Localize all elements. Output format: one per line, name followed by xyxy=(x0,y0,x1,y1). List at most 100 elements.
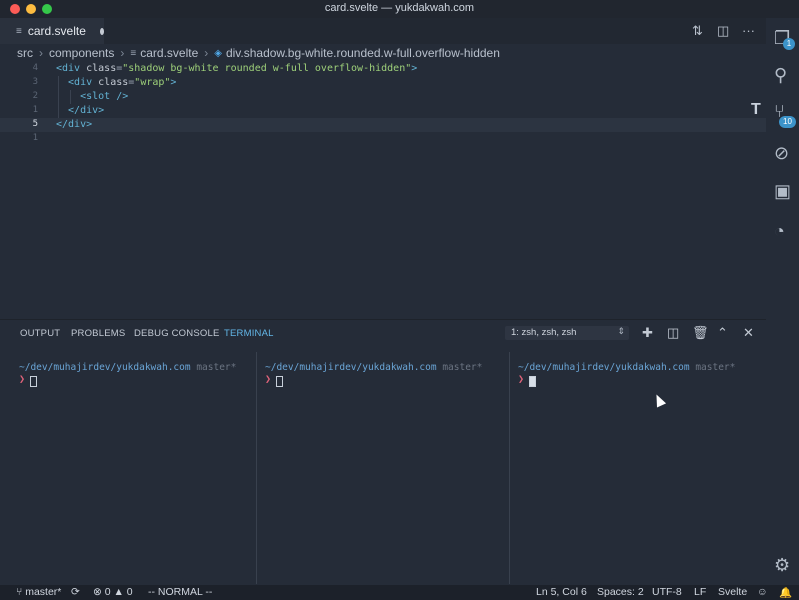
sync-icon[interactable]: ⟳ xyxy=(71,586,80,598)
source-control-badge: 10 xyxy=(779,116,796,128)
terminal-cursor xyxy=(276,376,283,387)
code-line[interactable]: 5 </div> xyxy=(0,118,766,132)
breadcrumb-item-components[interactable]: components xyxy=(49,46,114,60)
vim-mode: -- NORMAL -- xyxy=(148,586,213,598)
code-token: <slot /> xyxy=(56,91,129,102)
chevron-up-icon[interactable]: ⌃ xyxy=(717,325,728,341)
code-text: </div> xyxy=(56,119,92,130)
breadcrumb: src › components › ≡ card.svelte › ◈ div… xyxy=(17,45,500,61)
new-terminal-icon[interactable]: ✚ xyxy=(642,325,653,341)
debug-bug-icon[interactable]: ⊘ xyxy=(774,143,789,164)
tab-terminal[interactable]: TERMINAL xyxy=(224,328,274,339)
code-text: <div class="shadow bg-white rounded w-fu… xyxy=(56,63,417,74)
prompt-path-text: ~/dev/muhajirdev/yukdakwah.com xyxy=(265,362,437,373)
terminal-prompt-path: ~/dev/muhajirdev/yukdakwah.com master* xyxy=(518,362,735,373)
end-of-line[interactable]: LF xyxy=(694,586,706,598)
window-title: card.svelte — yukdakwah.com xyxy=(324,2,475,14)
line-number: 1 xyxy=(32,133,38,143)
branch-indicator[interactable]: ⑂ master* xyxy=(16,586,61,598)
language-mode[interactable]: Svelte xyxy=(718,586,747,598)
code-editor[interactable]: 4 <div class="shadow bg-white rounded w-f… xyxy=(0,62,766,318)
line-number: 3 xyxy=(32,77,38,87)
code-line[interactable]: 3 <div class="wrap"> xyxy=(0,76,766,90)
terminal-pane-divider[interactable] xyxy=(509,352,510,584)
error-count: 0 xyxy=(104,586,111,598)
cursor-position[interactable]: Ln 5, Col 6 xyxy=(536,586,587,598)
code-token: <div xyxy=(56,63,87,74)
prompt-arrow-icon: ❯ xyxy=(518,374,525,385)
line-number: 2 xyxy=(32,91,38,101)
prompt-path-text: ~/dev/muhajirdev/yukdakwah.com xyxy=(518,362,690,373)
more-actions-icon[interactable]: ··· xyxy=(742,23,755,38)
chevron-right-icon: › xyxy=(120,46,125,60)
breadcrumb-item-file[interactable]: card.svelte xyxy=(140,46,198,60)
code-token: > xyxy=(411,63,418,74)
code-line[interactable]: 1 xyxy=(0,132,766,146)
problems-indicator[interactable]: ⊗ 0 ▲ 0 xyxy=(93,586,133,598)
code-token: class xyxy=(98,77,129,88)
cube-icon: ◈ xyxy=(214,47,222,59)
breadcrumb-item-src[interactable]: src xyxy=(17,46,33,60)
chevron-right-icon: › xyxy=(39,46,43,60)
breadcrumb-item-symbol[interactable]: div.shadow.bg-white.rounded.w-full.overf… xyxy=(226,46,500,60)
line-number: 5 xyxy=(32,119,38,129)
terminal-prompt-path: ~/dev/muhajirdev/yukdakwah.com master* xyxy=(19,362,236,373)
code-token: "wrap" xyxy=(134,77,171,88)
code-token: "shadow bg-white rounded w-full overflow… xyxy=(122,63,412,74)
trash-icon[interactable]: 🗑 xyxy=(692,325,709,341)
feedback-smiley-icon[interactable]: ☺ xyxy=(757,586,768,598)
split-terminal-icon[interactable]: ◫ xyxy=(667,325,679,341)
file-lines-icon: ≡ xyxy=(16,25,22,37)
code-token: </div> xyxy=(56,119,93,130)
terminal-pane-divider[interactable] xyxy=(256,352,257,584)
unsaved-dot-icon[interactable] xyxy=(99,27,104,35)
mouse-pointer-icon xyxy=(651,392,667,408)
explorer-badge: 1 xyxy=(783,38,795,50)
line-number: 4 xyxy=(32,63,38,73)
code-line[interactable]: 1 </div> xyxy=(0,104,766,118)
code-token: </div> xyxy=(56,105,105,116)
line-number: 1 xyxy=(32,105,38,115)
indentation[interactable]: Spaces: 2 xyxy=(597,586,644,598)
terminal-cursor xyxy=(30,376,37,387)
tab-label: card.svelte xyxy=(27,24,86,38)
open-changes-icon[interactable]: ⇅ xyxy=(692,23,703,39)
select-arrows-icon: ⇕ xyxy=(617,326,625,336)
prompt-arrow-icon: ❯ xyxy=(19,374,26,385)
code-text: <slot /> xyxy=(56,91,128,102)
prompt-branch: master* xyxy=(695,362,736,373)
code-text: </div> xyxy=(56,105,104,116)
tab-debug-console[interactable]: DEBUG CONSOLE xyxy=(134,328,219,339)
encoding[interactable]: UTF-8 xyxy=(652,586,682,598)
split-editor-icon[interactable]: ◫ xyxy=(717,23,729,39)
tab-card-svelte[interactable]: ≡ card.svelte xyxy=(0,18,104,44)
search-icon[interactable]: ⚲ xyxy=(774,65,787,86)
tab-problems[interactable]: PROBLEMS xyxy=(71,328,125,339)
chevron-right-icon: › xyxy=(204,46,209,60)
title-bar: card.svelte — yukdakwah.com xyxy=(0,0,799,18)
terminal-select[interactable]: 1: zsh, zsh, zsh ⇕ xyxy=(505,326,629,340)
git-history-icon[interactable]: ◔ xyxy=(774,221,785,242)
code-line[interactable]: 2 <slot /> xyxy=(0,90,766,104)
tab-output[interactable]: OUTPUT xyxy=(20,328,60,339)
extensions-icon[interactable]: ▣ xyxy=(774,181,791,202)
code-token: <div xyxy=(56,77,99,88)
terminal-cursor-active xyxy=(529,376,536,387)
file-lines-icon: ≡ xyxy=(130,47,137,59)
text-format-icon[interactable]: T xyxy=(751,101,761,119)
prompt-arrow-icon: ❯ xyxy=(265,374,272,385)
code-token: > xyxy=(170,77,177,88)
editor-tab-bar: ≡ card.svelte ⇅ ◫ ··· xyxy=(0,18,766,44)
settings-gear-icon[interactable]: ⚙ xyxy=(774,555,790,576)
code-text: <div class="wrap"> xyxy=(56,77,176,88)
close-icon[interactable]: ✕ xyxy=(743,325,754,341)
code-line[interactable]: 4 <div class="shadow bg-white rounded w-f… xyxy=(0,62,766,76)
prompt-path-text: ~/dev/muhajirdev/yukdakwah.com xyxy=(19,362,191,373)
branch-name: master* xyxy=(25,586,62,598)
activity-bar: ❐ 1 ⚲ ⑂ 10 ⊘ ▣ ◔ ⚙ xyxy=(766,18,799,585)
prompt-branch: master* xyxy=(442,362,483,373)
prompt-branch: master* xyxy=(196,362,237,373)
warning-count: 0 xyxy=(126,586,133,598)
terminal-select-value: 1: zsh, zsh, zsh xyxy=(511,327,577,338)
notifications-bell-icon[interactable]: 🔔 xyxy=(779,586,792,599)
